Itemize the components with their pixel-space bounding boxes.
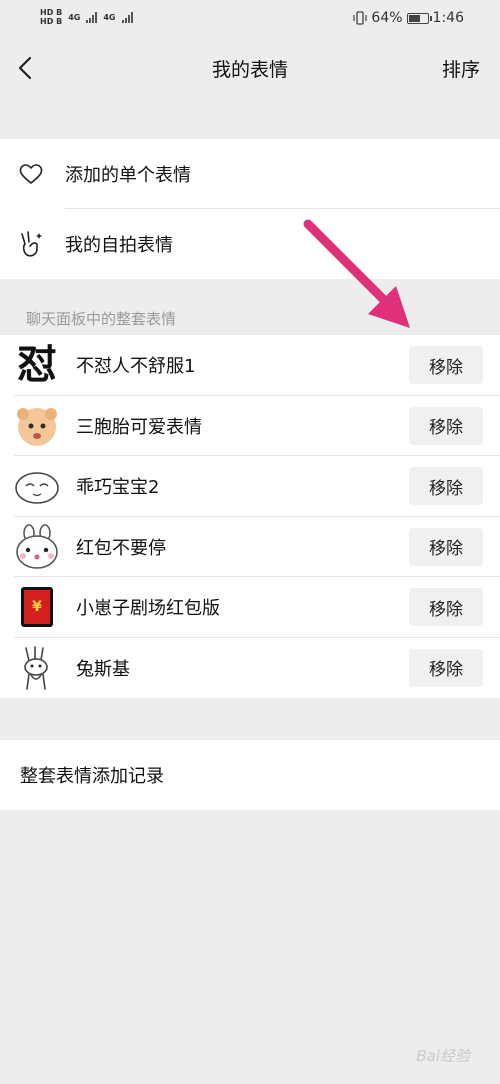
status-right: 64% 1:46 [353, 10, 464, 26]
remove-button[interactable]: 移除 [409, 648, 483, 687]
status-bar: HD B HD B 4G 4G 64% 1:46 [0, 0, 500, 38]
nav-bar: 我的表情 排序 [0, 38, 500, 98]
pack-thumbnail-bunny [14, 524, 60, 570]
remove-button[interactable]: 移除 [409, 588, 483, 627]
network-type-1: 4G [68, 12, 81, 22]
single-stickers-group: 添加的单个表情 我的自拍表情 [0, 139, 500, 279]
list-item: 三胞胎可爱表情 移除 [0, 396, 500, 456]
sticker-packs-list: 怼 不怼人不舒服1 移除 三胞胎可爱表情 移除 乖巧宝宝2 移除 红包不要停 移… [0, 335, 500, 698]
pack-name: 三胞胎可爱表情 [76, 416, 202, 438]
list-item-add-history[interactable]: 整套表情添加记录 [0, 740, 500, 810]
pack-name: 乖巧宝宝2 [76, 477, 160, 499]
pack-name: 小崽子剧场红包版 [76, 598, 220, 620]
clock: 1:46 [432, 10, 464, 26]
history-group: 整套表情添加记录 [0, 740, 500, 810]
pack-name: 兔斯基 [76, 658, 130, 680]
list-item-label: 整套表情添加记录 [20, 766, 164, 787]
pack-name: 不怼人不舒服1 [76, 356, 196, 378]
status-left: HD B HD B 4G 4G [40, 8, 133, 26]
watermark: Bai经验 [416, 1047, 470, 1065]
hd-chips: HD B HD B [40, 8, 62, 26]
vibrate-icon [353, 11, 368, 25]
remove-button[interactable]: 移除 [409, 406, 483, 445]
remove-button[interactable]: 移除 [409, 467, 483, 506]
hd-chip-top: HD B [40, 8, 63, 17]
pack-thumbnail-bun [14, 463, 60, 509]
signal-icon [86, 11, 98, 23]
pink-arrow-annotation [303, 219, 410, 328]
sort-button[interactable]: 排序 [442, 55, 480, 82]
list-item: 乖巧宝宝2 移除 [0, 456, 500, 517]
victory-hand-icon [17, 230, 45, 258]
battery-percent: 64% [371, 10, 403, 26]
hd-chip-bottom: HD B [40, 17, 63, 26]
remove-button[interactable]: 移除 [409, 527, 483, 566]
pack-thumbnail-red-packet: ¥ [14, 584, 60, 630]
section-title: 聊天面板中的整套表情 [26, 310, 177, 328]
list-item-label: 我的自拍表情 [65, 235, 173, 256]
pack-name: 红包不要停 [76, 537, 166, 559]
list-item-selfie-stickers[interactable]: 我的自拍表情 [0, 209, 500, 279]
pack-thumbnail-rabbit [14, 645, 60, 691]
pack-thumbnail-baby [14, 403, 60, 449]
list-item: 兔斯基 移除 [0, 638, 500, 699]
list-item: 红包不要停 移除 [0, 517, 500, 577]
list-item: ¥ 小崽子剧场红包版 移除 [0, 577, 500, 638]
list-item-label: 添加的单个表情 [65, 165, 191, 186]
list-item-added-stickers[interactable]: 添加的单个表情 [0, 139, 500, 209]
network-type-2: 4G [103, 12, 116, 22]
remove-button[interactable]: 移除 [409, 346, 483, 385]
signal-icon [121, 11, 133, 23]
heart-icon [17, 160, 45, 188]
page-title: 我的表情 [211, 59, 288, 81]
list-item: 怼 不怼人不舒服1 移除 [0, 335, 500, 396]
pack-thumbnail-dui: 怼 [17, 342, 57, 389]
battery-icon [406, 12, 432, 24]
